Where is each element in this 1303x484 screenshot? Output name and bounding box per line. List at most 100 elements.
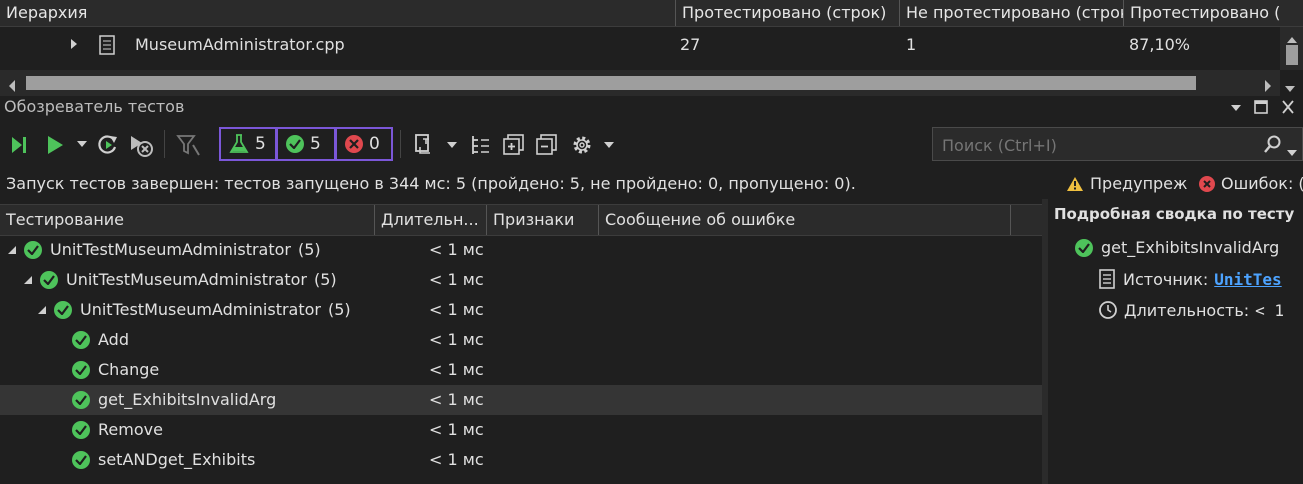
filter-icon[interactable] [176, 133, 200, 157]
scroll-left-icon[interactable] [8, 77, 16, 96]
scroll-down-icon[interactable] [1285, 78, 1295, 97]
test-duration: < 1 мс [429, 330, 484, 349]
expand-arrow-icon[interactable] [70, 38, 78, 50]
total-tests-counter[interactable]: 5 [219, 127, 277, 161]
repeat-last-run-icon[interactable] [96, 133, 120, 157]
failed-tests-counter[interactable]: 0 [335, 127, 393, 161]
run-all-tests-icon[interactable] [8, 134, 30, 156]
coverage-covered-value: 27 [680, 35, 701, 54]
scroll-right-icon[interactable] [1264, 77, 1272, 96]
test-duration: < 1 мс [429, 420, 484, 439]
run-failed-tests-icon[interactable] [128, 133, 154, 157]
column-test-name[interactable]: Тестирование [0, 205, 375, 235]
vertical-scroll-thumb[interactable] [1286, 45, 1298, 65]
test-name: Add [98, 330, 129, 349]
settings-dropdown-icon[interactable] [603, 139, 615, 151]
source-label: Источник: [1123, 269, 1209, 289]
test-duration: < 1 мс [429, 270, 484, 289]
search-box[interactable] [932, 127, 1303, 162]
search-input[interactable] [933, 128, 1264, 162]
pass-icon [286, 135, 304, 153]
warnings-indicator[interactable]: Предупреж [1066, 175, 1187, 193]
test-row[interactable]: Remove < 1 мс [0, 415, 1042, 445]
column-traits[interactable]: Признаки [487, 205, 599, 235]
test-row[interactable]: Change < 1 мс [0, 355, 1042, 385]
test-row[interactable]: Add < 1 мс [0, 325, 1042, 355]
clock-icon [1098, 300, 1118, 320]
detail-source-row: Источник: UnitTes [1098, 269, 1282, 289]
errors-label: Ошибок: ( [1221, 174, 1303, 193]
test-name-cell: UnitTestMuseumAdministrator (5) [24, 265, 337, 295]
pass-icon [72, 421, 90, 439]
run-dropdown-icon[interactable] [76, 138, 88, 150]
detail-test-name-row: get_ExhibitsInvalidArg [1075, 238, 1279, 257]
playlist-icon[interactable] [413, 133, 437, 157]
test-name-cell: get_ExhibitsInvalidArg [72, 385, 276, 415]
collapse-arrow-icon[interactable] [24, 276, 32, 284]
playlist-dropdown-icon[interactable] [446, 139, 458, 151]
pass-icon [40, 271, 58, 289]
test-duration: < 1 мс [429, 300, 484, 319]
source-link[interactable]: UnitTes [1214, 270, 1281, 289]
toolbar-separator [400, 130, 401, 158]
column-duration[interactable]: Длительн... [375, 205, 487, 235]
errors-indicator[interactable]: Ошибок: ( [1199, 175, 1303, 193]
maximize-icon[interactable] [1254, 97, 1268, 123]
error-icon [1199, 176, 1215, 192]
column-extra [1011, 205, 1042, 235]
test-name-cell: setANDget_Exhibits [72, 445, 255, 475]
test-name-cell: UnitTestMuseumAdministrator (5) [38, 295, 351, 325]
coverage-not-covered-value: 1 [906, 35, 917, 54]
passed-count: 5 [310, 134, 321, 154]
duration-label: Длительность: [1124, 300, 1250, 320]
test-count: (5) [314, 270, 337, 289]
run-test-icon[interactable] [44, 134, 66, 156]
test-grid-header: Тестирование Длительн... Признаки Сообще… [0, 204, 1042, 236]
test-name: get_ExhibitsInvalidArg [98, 390, 277, 409]
search-icon[interactable] [1263, 134, 1283, 158]
collapse-all-icon[interactable] [535, 133, 559, 157]
coverage-grid-header: Иерархия Протестировано (строк) Не проте… [0, 0, 1303, 27]
column-error-message[interactable]: Сообщение об ошибке [599, 205, 1011, 235]
pass-icon [54, 301, 72, 319]
group-by-icon[interactable] [469, 133, 493, 157]
warnings-label: Предупреж [1090, 174, 1188, 193]
horizontal-scroll-thumb[interactable] [26, 76, 1196, 90]
tool-window-title: Обозреватель тестов [4, 97, 185, 116]
test-row[interactable]: get_ExhibitsInvalidArg < 1 мс [0, 385, 1042, 415]
test-row[interactable]: UnitTestMuseumAdministrator (5) < 1 мс [0, 295, 1042, 325]
test-row[interactable]: UnitTestMuseumAdministrator (5) < 1 мс [0, 265, 1042, 295]
test-detail-summary-pane: Подробная сводка по тесту get_ExhibitsIn… [1048, 199, 1303, 484]
detail-test-name: get_ExhibitsInvalidArg [1101, 238, 1280, 257]
settings-gear-icon[interactable] [570, 133, 594, 157]
column-hierarchy[interactable]: Иерархия [0, 0, 676, 26]
pass-icon [72, 331, 90, 349]
passed-tests-counter[interactable]: 5 [276, 127, 336, 161]
test-count: (5) [298, 240, 321, 259]
coverage-percent-value: 87,10% [1129, 35, 1191, 54]
pass-icon [72, 361, 90, 379]
pass-icon [72, 391, 90, 409]
coverage-row[interactable]: MuseumAdministrator.cpp 27 1 87,10% [0, 27, 1280, 61]
test-duration: < 1 мс [429, 240, 484, 259]
file-icon [99, 35, 115, 55]
column-covered-percent[interactable]: Протестировано ( [1124, 0, 1303, 26]
test-duration: < 1 мс [429, 450, 484, 469]
run-summary-status: Запуск тестов завершен: тестов запущено … [6, 174, 856, 193]
test-row[interactable]: setANDget_Exhibits < 1 мс [0, 445, 1042, 475]
close-icon[interactable] [1281, 97, 1295, 123]
test-name: UnitTestMuseumAdministrator [50, 240, 291, 259]
test-name-cell: Change [72, 355, 159, 385]
column-covered-lines[interactable]: Протестировано (строк) [676, 0, 900, 26]
collapse-arrow-icon[interactable] [38, 306, 46, 314]
pass-icon [72, 451, 90, 469]
window-options-icon[interactable] [1230, 97, 1242, 123]
test-name: Change [98, 360, 160, 379]
search-options-icon[interactable] [1287, 142, 1297, 161]
expand-all-icon[interactable] [502, 133, 526, 157]
test-row[interactable]: UnitTestMuseumAdministrator (5) < 1 мс [0, 235, 1042, 265]
pass-icon [24, 241, 42, 259]
column-not-covered-lines[interactable]: Не протестировано (строк [900, 0, 1124, 26]
test-name-cell: UnitTestMuseumAdministrator (5) [8, 235, 321, 265]
collapse-arrow-icon[interactable] [8, 246, 16, 254]
